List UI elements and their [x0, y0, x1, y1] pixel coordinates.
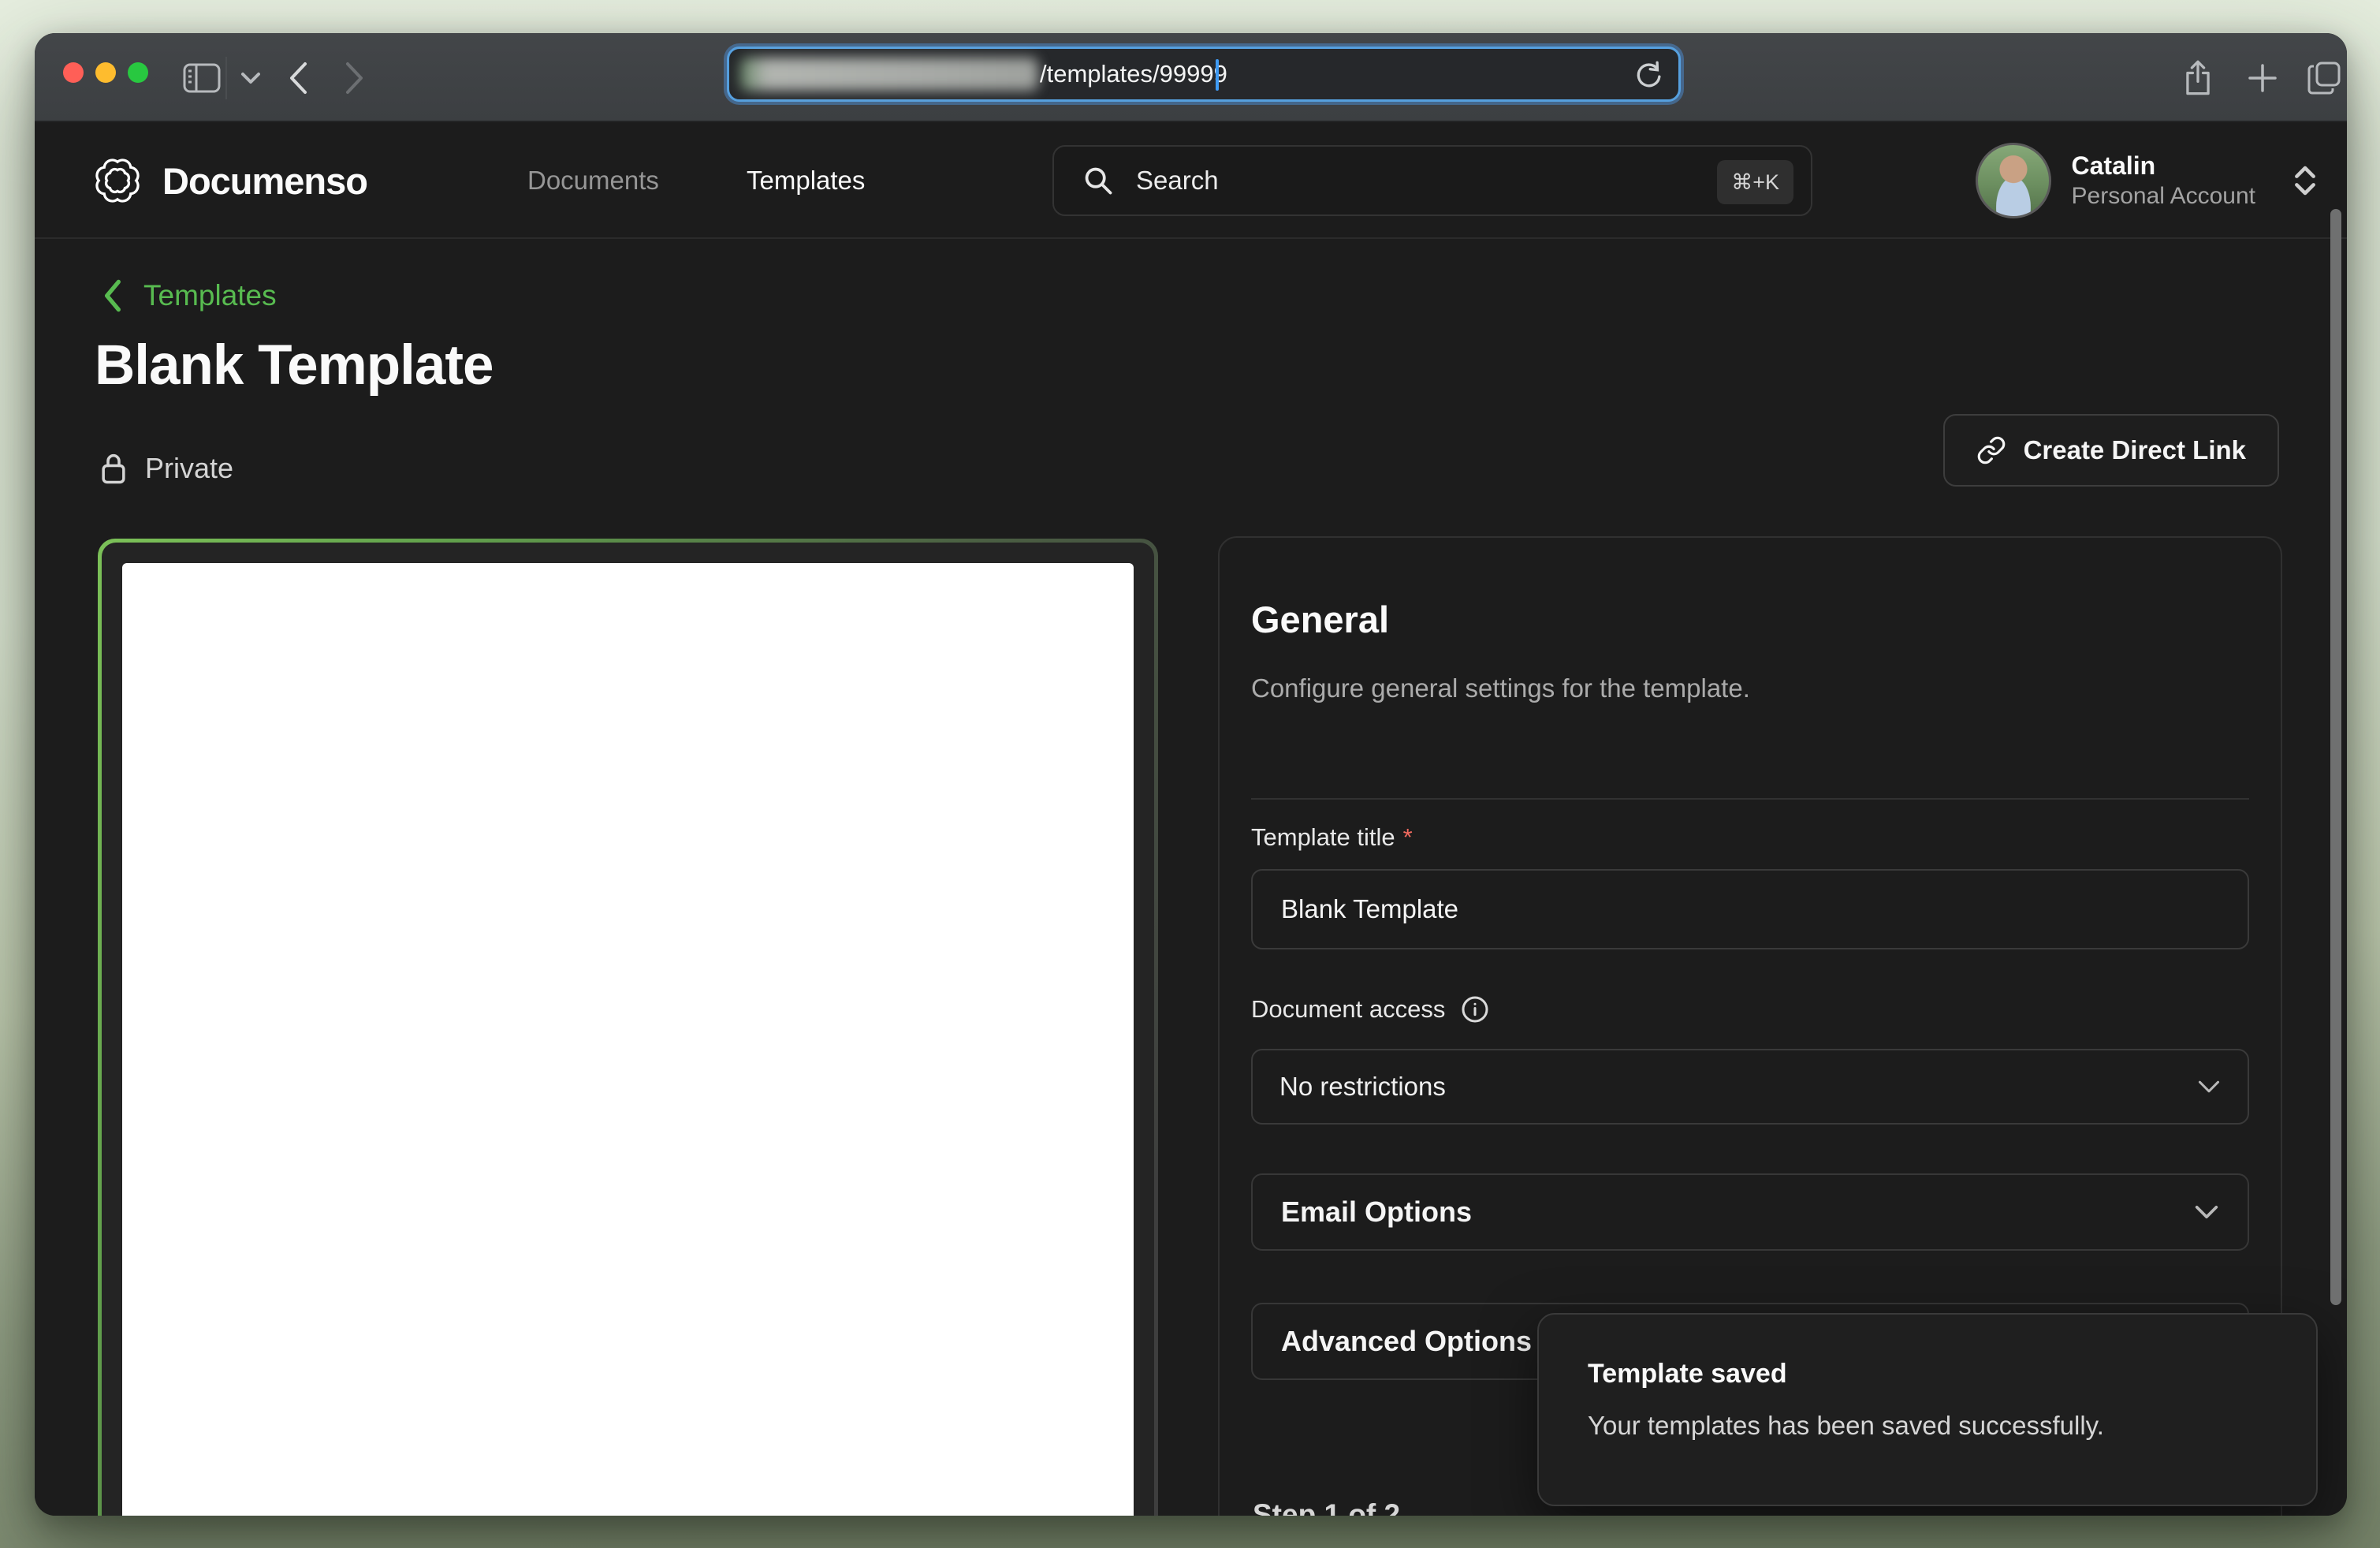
toast-title: Template saved — [1588, 1359, 1787, 1389]
minimize-window-button[interactable] — [95, 62, 116, 83]
template-title-input[interactable] — [1251, 869, 2249, 949]
reload-icon[interactable] — [1633, 60, 1664, 91]
app-header: Documenso Documents Templates Search ⌘+K… — [35, 122, 2347, 239]
close-window-button[interactable] — [63, 62, 84, 83]
chevron-left-icon — [101, 278, 125, 313]
browser-window: /templates/99999 — [35, 33, 2347, 1516]
account-menu[interactable]: Catalin Personal Account — [1976, 122, 2319, 239]
brand-logo[interactable]: Documenso — [91, 122, 367, 239]
brand-name: Documenso — [162, 159, 367, 203]
visibility-status: Private — [99, 452, 233, 485]
template-title-label: Template title* — [1251, 823, 1413, 852]
share-icon[interactable] — [2173, 33, 2223, 122]
new-tab-icon[interactable] — [2237, 33, 2288, 122]
document-page-canvas[interactable] — [122, 563, 1134, 1516]
create-direct-link-label: Create Direct Link — [2024, 435, 2246, 465]
info-icon[interactable] — [1461, 995, 1489, 1024]
email-options-label: Email Options — [1281, 1196, 1472, 1229]
step-indicator: Step 1 of 2 — [1253, 1498, 1400, 1516]
required-asterisk: * — [1403, 823, 1413, 851]
page-title: Blank Template — [95, 334, 494, 397]
text-caret — [1216, 59, 1219, 91]
avatar — [1976, 143, 2051, 218]
breadcrumb-templates-link[interactable]: Templates — [101, 278, 277, 313]
divider — [1251, 798, 2249, 800]
search-input[interactable]: Search ⌘+K — [1052, 145, 1812, 216]
create-direct-link-button[interactable]: Create Direct Link — [1943, 414, 2279, 487]
url-bar[interactable]: /templates/99999 — [727, 47, 1681, 102]
account-type: Personal Account — [2072, 181, 2255, 211]
document-preview-frame — [98, 539, 1158, 1516]
breadcrumb-label: Templates — [143, 279, 277, 312]
chevron-down-icon — [2194, 1203, 2219, 1221]
settings-subheading: Configure general settings for the templ… — [1251, 673, 1750, 703]
document-access-select[interactable]: No restrictions — [1251, 1049, 2249, 1125]
account-name: Catalin — [2072, 150, 2255, 181]
tab-overview-icon[interactable] — [2299, 33, 2347, 122]
search-icon — [1082, 165, 1114, 196]
chevron-down-icon — [2197, 1079, 2221, 1095]
search-shortcut-badge: ⌘+K — [1717, 160, 1793, 204]
chevrons-up-down-icon — [2292, 165, 2319, 196]
back-button-icon[interactable] — [276, 33, 320, 122]
scrollbar-thumb[interactable] — [2330, 209, 2341, 1305]
blurred-domain — [740, 58, 1038, 91]
documenso-rosette-icon — [91, 155, 143, 207]
settings-heading: General — [1251, 598, 1389, 641]
forward-button-icon[interactable] — [333, 33, 377, 122]
document-access-label-row: Document access — [1251, 995, 1489, 1024]
url-path-text: /templates/99999 — [1040, 49, 1227, 99]
visibility-label: Private — [145, 452, 233, 485]
document-access-label: Document access — [1251, 995, 1445, 1024]
web-page: Documenso Documents Templates Search ⌘+K… — [35, 122, 2347, 1516]
lock-icon — [99, 452, 128, 485]
toast-body: Your templates has been saved successful… — [1588, 1411, 2104, 1441]
browser-titlebar: /templates/99999 — [35, 33, 2347, 122]
chevron-down-icon[interactable] — [233, 33, 268, 122]
advanced-options-label: Advanced Options — [1281, 1325, 1532, 1358]
nav-templates[interactable]: Templates — [747, 122, 865, 239]
document-preview-inner — [102, 543, 1154, 1516]
link-icon — [1976, 435, 2006, 465]
email-options-accordion[interactable]: Email Options — [1251, 1173, 2249, 1251]
titlebar-divider — [225, 57, 227, 99]
nav-documents[interactable]: Documents — [527, 122, 659, 239]
document-access-value: No restrictions — [1279, 1072, 1446, 1102]
zoom-window-button[interactable] — [128, 62, 148, 83]
search-placeholder: Search — [1136, 166, 1219, 196]
toast-notification: Template saved Your templates has been s… — [1537, 1313, 2318, 1506]
sidebar-toggle-icon[interactable] — [178, 33, 225, 122]
